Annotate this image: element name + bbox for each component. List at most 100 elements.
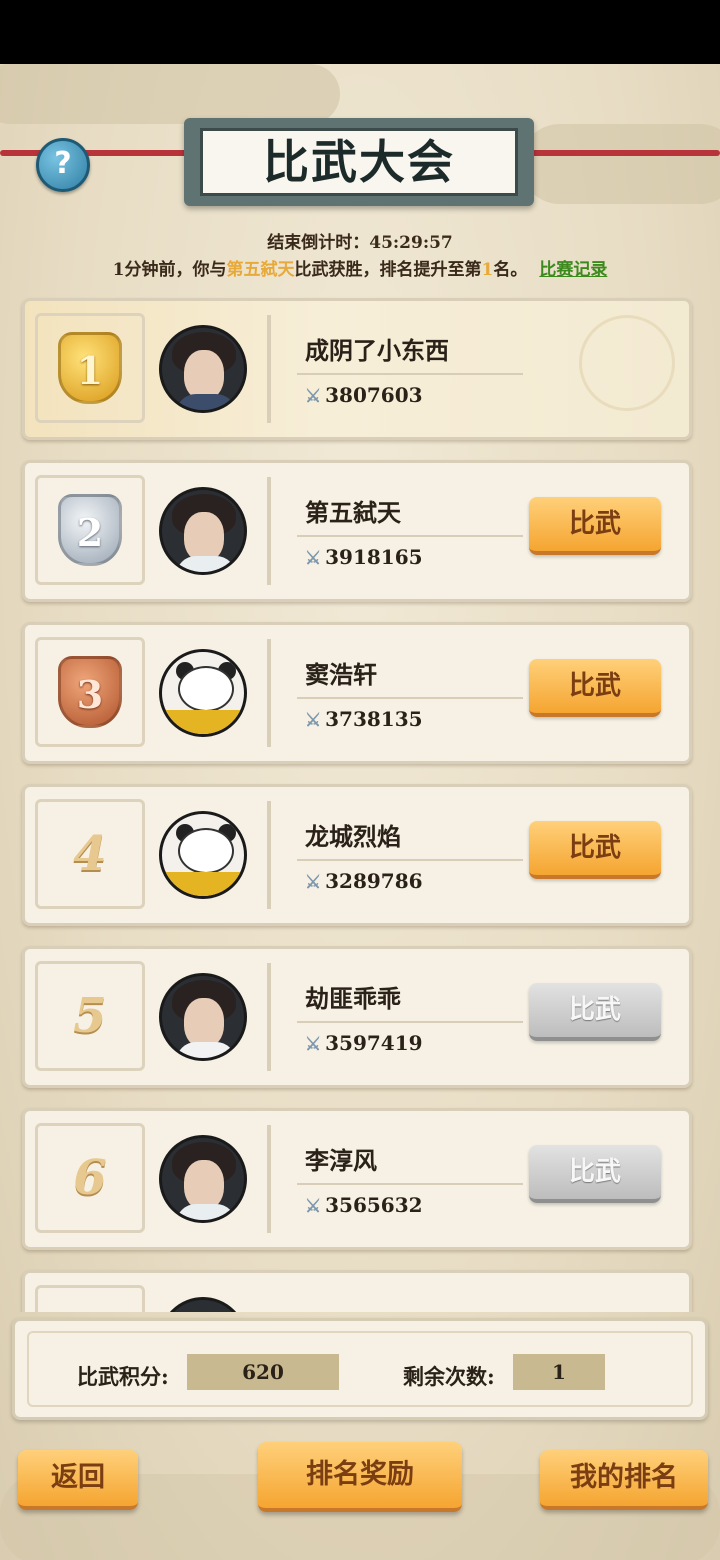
rank-rewards-button[interactable]: 排名奖励 — [258, 1442, 462, 1512]
ranking-row-4: 4 龙城烈焰 ⚔ 3289786 比武 — [22, 784, 692, 926]
player-info: 第五弑天 ⚔ 3918165 — [267, 477, 523, 585]
gold-medal-icon: 1 — [58, 332, 122, 404]
divider — [297, 1183, 523, 1185]
help-button[interactable]: ? — [36, 138, 90, 192]
cloud-ornament-icon — [579, 315, 675, 411]
player-power: ⚔ 3597419 — [305, 1031, 423, 1055]
rank-box: 1 — [35, 313, 145, 423]
divider — [297, 373, 523, 375]
avatar-robe — [176, 1042, 236, 1058]
tournament-screen: ? 比武大会 结束倒计时：45:29:57 1分钟前，你与第五弑天比武获胜，排名… — [0, 0, 720, 1560]
rank-box — [35, 1285, 145, 1312]
back-button[interactable]: 返回 — [18, 1450, 138, 1510]
silver-medal-icon: 2 — [58, 494, 122, 566]
ranking-row-5: 5 劫匪乖乖 ⚔ 3597419 比武 — [22, 946, 692, 1088]
match-record-link[interactable]: 比赛记录 — [539, 260, 607, 280]
title-banner: 比武大会 — [184, 118, 534, 206]
rank-number: 4 — [73, 826, 107, 882]
rank-box: 2 — [35, 475, 145, 585]
yellow-scarf — [162, 872, 244, 896]
player-power: ⚔ 3565632 — [305, 1193, 423, 1217]
message-opponent: 第五弑天 — [226, 260, 295, 280]
avatar-face — [184, 350, 224, 400]
countdown-value: 45:29:57 — [369, 233, 453, 253]
avatar-face — [184, 512, 224, 562]
ranking-row-1: 1 成阴了小东西 ⚔ 3807603 — [22, 298, 692, 440]
challenge-button[interactable]: 比武 — [529, 821, 661, 879]
red-rope-right — [518, 150, 720, 156]
yellow-scarf — [162, 710, 244, 734]
message-suffix: 名。 — [493, 260, 528, 280]
crossed-swords-icon: ⚔ — [305, 710, 322, 731]
avatar-robe — [176, 556, 236, 572]
my-rank-button[interactable]: 我的排名 — [540, 1450, 708, 1510]
divider — [297, 1021, 523, 1023]
challenge-button[interactable]: 比武 — [529, 497, 661, 555]
avatar-face — [184, 998, 224, 1048]
red-rope-left — [0, 150, 200, 156]
player-info: 窦浩轩 ⚔ 3738135 — [267, 639, 523, 747]
rank-box: 3 — [35, 637, 145, 747]
player-avatar[interactable] — [159, 1135, 247, 1223]
player-name: 第五弑天 — [305, 498, 401, 527]
player-info: 龙城烈焰 ⚔ 3289786 — [267, 801, 523, 909]
player-name: 李淳风 — [305, 1146, 377, 1175]
ranking-row-7-partial — [22, 1270, 692, 1312]
power-value: 3807603 — [325, 383, 423, 407]
power-value: 3565632 — [325, 1193, 423, 1217]
player-avatar[interactable] — [159, 973, 247, 1061]
rank-box: 5 — [35, 961, 145, 1071]
remaining-label: 剩余次数: — [403, 1364, 495, 1389]
countdown-label: 结束倒计时： — [267, 233, 370, 253]
panda-face — [178, 666, 234, 712]
score-value: 620 — [187, 1354, 339, 1390]
divider — [297, 535, 523, 537]
crossed-swords-icon: ⚔ — [305, 386, 322, 407]
player-avatar[interactable] — [159, 325, 247, 413]
message-prefix: 1分钟前，你与 — [112, 260, 227, 280]
challenge-button[interactable]: 比武 — [529, 659, 661, 717]
power-value: 3738135 — [325, 707, 423, 731]
player-power: ⚔ 3807603 — [305, 383, 423, 407]
player-name: 龙城烈焰 — [305, 822, 401, 851]
player-name: 成阴了小东西 — [305, 336, 449, 365]
player-avatar[interactable] — [159, 811, 247, 899]
countdown-text: 结束倒计时：45:29:57 — [0, 228, 720, 253]
power-value: 3289786 — [325, 869, 423, 893]
bronze-medal-icon: 3 — [58, 656, 122, 728]
crossed-swords-icon: ⚔ — [305, 1196, 322, 1217]
player-avatar[interactable] — [159, 649, 247, 737]
score-label: 比武积分: — [77, 1364, 169, 1389]
battle-message: 1分钟前，你与第五弑天比武获胜，排名提升至第1名。 比赛记录 — [0, 255, 720, 280]
rank-number: 5 — [73, 988, 107, 1044]
ranking-row-6: 6 李淳风 ⚔ 3565632 比武 — [22, 1108, 692, 1250]
player-info: 成阴了小东西 ⚔ 3807603 — [267, 315, 523, 423]
message-middle: 比武获胜，排名提升至第 — [294, 260, 482, 280]
player-name: 窦浩轩 — [305, 660, 377, 689]
ranking-row-3: 3 窦浩轩 ⚔ 3738135 比武 — [22, 622, 692, 764]
challenge-button-disabled[interactable]: 比武 — [529, 983, 661, 1041]
rank-box: 6 — [35, 1123, 145, 1233]
power-value: 3918165 — [325, 545, 423, 569]
crossed-swords-icon: ⚔ — [305, 872, 322, 893]
background-cloud — [520, 124, 720, 204]
ranking-row-2: 2 第五弑天 ⚔ 3918165 比武 — [22, 460, 692, 602]
power-value: 3597419 — [325, 1031, 423, 1055]
crossed-swords-icon: ⚔ — [305, 548, 322, 569]
rank-box: 4 — [35, 799, 145, 909]
panda-face — [178, 828, 234, 874]
player-avatar[interactable] — [159, 1297, 247, 1312]
player-avatar[interactable] — [159, 487, 247, 575]
ranking-list[interactable]: 1 成阴了小东西 ⚔ 3807603 2 第五弑天 ⚔ 3918165 比武 3… — [0, 292, 720, 1312]
avatar-robe — [176, 394, 236, 410]
divider — [297, 697, 523, 699]
page-title: 比武大会 — [200, 128, 518, 196]
score-panel: 比武积分: 620 剩余次数: 1 — [12, 1318, 708, 1420]
avatar-face — [184, 1160, 224, 1210]
background-cloud — [0, 64, 340, 124]
player-name: 劫匪乖乖 — [305, 984, 401, 1013]
player-info: 李淳风 ⚔ 3565632 — [267, 1125, 523, 1233]
challenge-button-disabled[interactable]: 比武 — [529, 1145, 661, 1203]
player-power: ⚔ 3289786 — [305, 869, 423, 893]
divider — [297, 859, 523, 861]
